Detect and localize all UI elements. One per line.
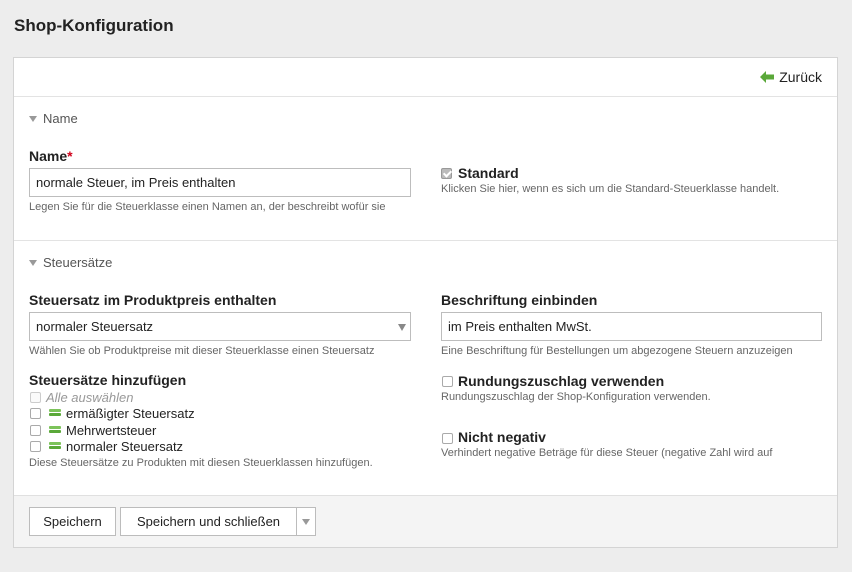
non-negative-checkbox[interactable]	[442, 433, 453, 444]
rate-checkbox-reduced[interactable]	[30, 408, 41, 419]
caption-label: Beschriftung einbinden	[441, 292, 598, 308]
rate-checkbox-vat[interactable]	[30, 425, 41, 436]
save-and-close-button[interactable]: Speichern und schließen	[120, 507, 297, 536]
required-asterisk: *	[67, 148, 73, 164]
save-options-dropdown[interactable]	[297, 507, 316, 536]
rate-label-normal: normaler Steuersatz	[66, 439, 184, 454]
section-toggle-name[interactable]: Name	[29, 111, 78, 126]
non-negative-label: Nicht negativ	[458, 429, 546, 445]
standard-help: Klicken Sie hier, wenn es sich um die St…	[441, 183, 780, 195]
rate-label-vat: Mehrwertsteuer	[66, 423, 157, 438]
rounding-label: Rundungszuschlag verwenden	[458, 373, 665, 389]
rate-checkbox-normal[interactable]	[30, 441, 41, 452]
arrow-left-icon	[760, 71, 775, 83]
standard-label: Standard	[458, 165, 519, 181]
collapse-triangle-icon	[29, 259, 37, 266]
name-input[interactable]	[29, 168, 411, 197]
section-title-rates: Steuersätze	[43, 255, 113, 270]
name-label: Name*	[29, 148, 73, 164]
config-panel: Zurück Name Name* Legen Sie für die Steu…	[13, 57, 838, 548]
rounding-checkbox[interactable]	[442, 376, 453, 387]
section-toggle-rates[interactable]: Steuersätze	[29, 255, 112, 270]
tax-rate-icon	[49, 442, 61, 451]
caption-input[interactable]	[441, 312, 822, 341]
back-link[interactable]: Zurück	[760, 69, 822, 85]
included-rate-select[interactable]: normaler Steuersatz	[29, 312, 411, 341]
included-rate-help: Wählen Sie ob Produktpreise mit dieser S…	[29, 345, 375, 357]
rate-label-reduced: ermäßigter Steuersatz	[66, 406, 195, 421]
section-divider	[14, 240, 837, 241]
name-label-text: Name	[29, 148, 68, 164]
back-label: Zurück	[779, 69, 822, 85]
save-button[interactable]: Speichern	[29, 507, 116, 536]
panel-toolbar: Zurück	[14, 58, 837, 97]
select-all-checkbox[interactable]	[30, 392, 41, 403]
action-footer: Speichern Speichern und schließen	[14, 495, 837, 547]
name-help: Legen Sie für die Steuerklasse einen Nam…	[29, 201, 386, 213]
page-title: Shop-Konfiguration	[14, 16, 174, 35]
add-rates-label: Steuersätze hinzufügen	[29, 372, 187, 388]
tax-rate-icon	[49, 409, 61, 418]
rounding-help: Rundungszuschlag der Shop-Konfiguration …	[441, 391, 711, 403]
section-title-name: Name	[43, 111, 78, 126]
collapse-triangle-icon	[29, 115, 37, 122]
standard-checkbox[interactable]	[441, 168, 452, 179]
add-rates-help: Diese Steuersätze zu Produkten mit diese…	[29, 457, 373, 469]
select-all-label: Alle auswählen	[46, 390, 134, 405]
dropdown-arrow-icon	[398, 324, 406, 331]
included-rate-value: normaler Steuersatz	[36, 319, 154, 334]
non-negative-help: Verhindert negative Beträge für diese St…	[441, 447, 773, 459]
included-rate-label: Steuersatz im Produktpreis enthalten	[29, 292, 277, 308]
tax-rate-icon	[49, 426, 61, 435]
caption-help: Eine Beschriftung für Bestellungen um ab…	[441, 345, 793, 357]
